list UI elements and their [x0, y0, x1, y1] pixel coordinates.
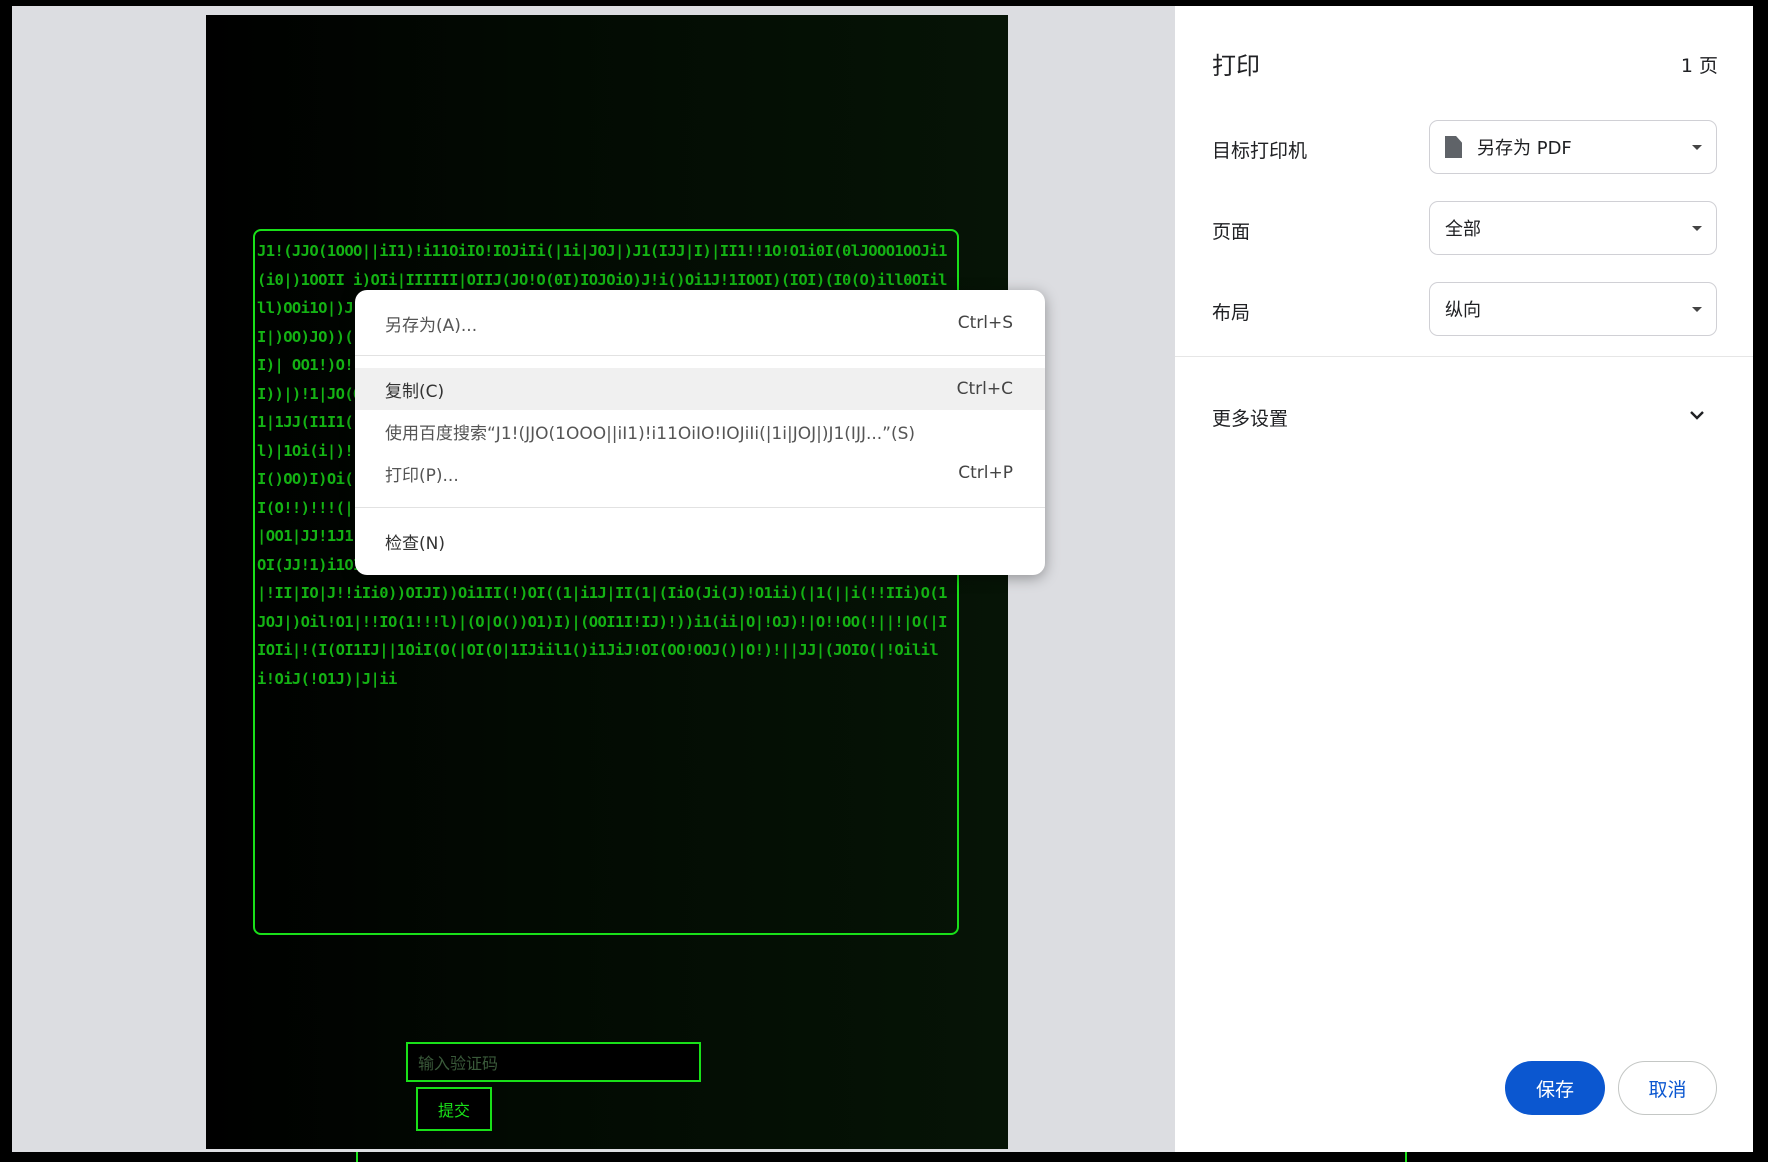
menu-item-label: 另存为(A)...	[385, 315, 478, 336]
menu-item-label: 使用百度搜索“J1!(JJO(1OOO||iI1)!i11OiIO!IOJiIi…	[385, 423, 916, 444]
captcha-input[interactable]: 输入验证码	[406, 1042, 701, 1082]
menu-separator	[355, 507, 1045, 508]
decorative-line	[1405, 1152, 1407, 1162]
cancel-button[interactable]: 取消	[1618, 1061, 1717, 1115]
chevron-down-icon[interactable]	[1688, 406, 1706, 424]
layout-value: 纵向	[1445, 300, 1481, 321]
print-preview-area[interactable]: J1!(JJO(1OOO||iI1)!i11OiIO!IOJiIi(|1i|JO…	[12, 6, 1175, 1152]
more-settings-toggle[interactable]: 更多设置	[1212, 404, 1288, 431]
document-icon	[1445, 136, 1462, 158]
print-settings-panel: 打印 1 页 目标打印机 另存为 PDF 页面 全部 布局 纵向 更多设置 保存…	[1175, 6, 1753, 1152]
destination-value: 另存为 PDF	[1477, 138, 1572, 159]
layout-select[interactable]: 纵向	[1429, 282, 1717, 336]
decorative-line	[356, 1152, 358, 1162]
pages-value: 全部	[1445, 219, 1481, 240]
menu-item-save-as[interactable]: 另存为(A)... Ctrl+S	[355, 302, 1045, 344]
menu-item-copy[interactable]: 复制(C) Ctrl+C	[355, 368, 1045, 410]
menu-item-shortcut: Ctrl+S	[957, 313, 1013, 333]
menu-item-label: 复制(C)	[385, 381, 445, 402]
menu-item-label: 打印(P)...	[385, 465, 459, 486]
destination-label: 目标打印机	[1212, 140, 1308, 162]
pages-select[interactable]: 全部	[1429, 201, 1717, 255]
menu-item-print[interactable]: 打印(P)... Ctrl+P	[355, 452, 1045, 494]
save-button[interactable]: 保存	[1505, 1061, 1605, 1115]
menu-separator	[355, 355, 1045, 356]
preview-page: J1!(JJO(1OOO||iI1)!i11OiIO!IOJiIi(|1i|JO…	[206, 15, 1008, 1149]
submit-button[interactable]: 提交	[416, 1087, 492, 1131]
caret-down-icon	[1692, 307, 1702, 312]
caret-down-icon	[1692, 226, 1702, 231]
layout-label: 布局	[1212, 302, 1251, 324]
menu-item-inspect[interactable]: 检查(N)	[355, 520, 1045, 562]
menu-item-search-baidu[interactable]: 使用百度搜索“J1!(JJO(1OOO||iI1)!i11OiIO!IOJiIi…	[355, 410, 1045, 452]
menu-item-shortcut: Ctrl+P	[958, 463, 1013, 483]
panel-divider	[1175, 356, 1753, 357]
window-edge	[1753, 0, 1768, 1162]
caret-down-icon	[1692, 145, 1702, 150]
pages-label: 页面	[1212, 221, 1251, 243]
menu-item-label: 检查(N)	[385, 533, 445, 554]
panel-title: 打印	[1212, 52, 1260, 80]
menu-item-shortcut: Ctrl+C	[956, 379, 1013, 399]
page-count: 1 页	[1680, 55, 1718, 77]
destination-select[interactable]: 另存为 PDF	[1429, 120, 1717, 174]
context-menu: 另存为(A)... Ctrl+S 复制(C) Ctrl+C 使用百度搜索“J1!…	[355, 290, 1045, 575]
